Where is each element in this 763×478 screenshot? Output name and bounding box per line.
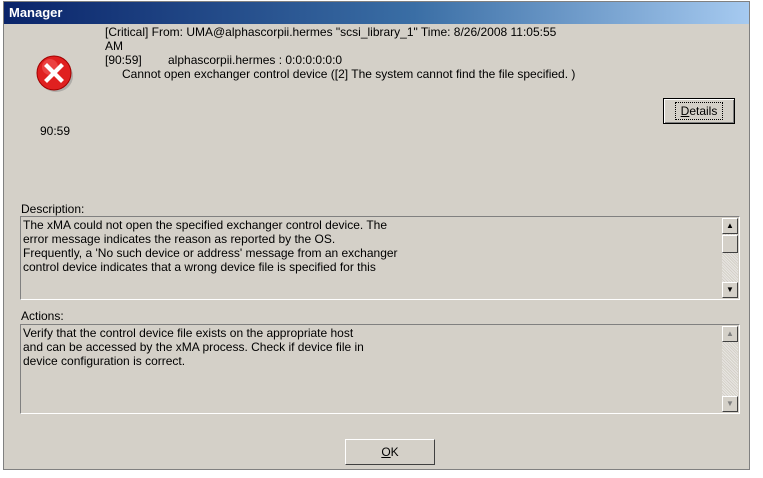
details-button[interactable]: Details — [663, 98, 735, 124]
scroll-up-arrow-icon[interactable]: ▲ — [722, 326, 738, 342]
actions-label: Actions: — [21, 309, 64, 323]
scroll-up-arrow-icon[interactable]: ▲ — [722, 218, 738, 234]
actions-text: Verify that the control device file exis… — [23, 326, 364, 368]
message-time-continued: AM — [105, 39, 123, 53]
message-header: [Critical] From: UMA@alphascorpii.hermes… — [105, 25, 655, 81]
description-textbox[interactable]: The xMA could not open the specified exc… — [20, 216, 740, 300]
description-label: Description: — [21, 202, 85, 216]
message-source-line: [Critical] From: UMA@alphascorpii.hermes… — [105, 25, 557, 39]
manager-dialog: Manager 90:59 [Critical] From: UMA@alpha… — [3, 1, 750, 470]
scroll-thumb[interactable] — [722, 235, 738, 253]
message-code: 90:59 — [40, 124, 71, 138]
actions-textbox[interactable]: Verify that the control device file exis… — [20, 324, 740, 414]
window-title: Manager — [9, 5, 63, 20]
ok-button[interactable]: OK — [345, 439, 435, 465]
message-host-line: [90:59] alphascorpii.hermes : 0:0:0:0:0:… — [105, 53, 655, 67]
scroll-down-arrow-icon[interactable]: ▼ — [722, 282, 738, 298]
actions-scrollbar[interactable]: ▲ ▼ — [722, 326, 738, 412]
description-scrollbar[interactable]: ▲ ▼ — [722, 218, 738, 298]
title-bar[interactable]: Manager — [4, 2, 749, 24]
error-icon — [36, 55, 73, 92]
message-error-text: Cannot open exchanger control device ([2… — [122, 67, 576, 81]
description-text: The xMA could not open the specified exc… — [23, 218, 398, 274]
ok-button-label: OK — [381, 445, 399, 459]
message-host-text: alphascorpii.hermes : 0:0:0:0:0:0 — [168, 53, 343, 67]
scroll-down-arrow-icon[interactable]: ▼ — [722, 396, 738, 412]
details-button-label: Details — [674, 102, 724, 120]
message-host-code: [90:59] — [105, 53, 142, 67]
